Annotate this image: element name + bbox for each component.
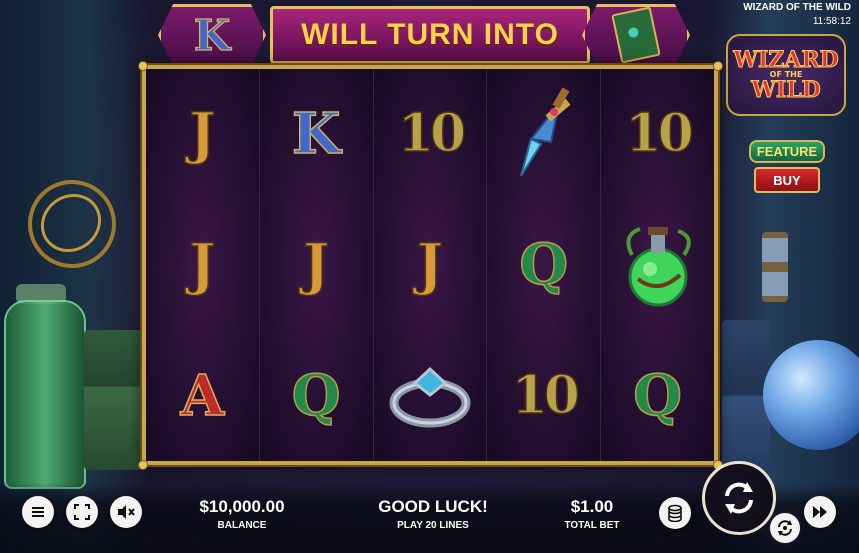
books-decoration [84, 330, 142, 470]
game-logo: WIZARD OF THE WILD [726, 34, 846, 116]
banner-left-symbol-text: K [193, 10, 231, 60]
autoplay-button[interactable] [768, 511, 802, 545]
feature-buy-button[interactable]: BUY [754, 167, 820, 193]
fullscreen-icon [74, 504, 90, 520]
reel-cell: Q [260, 330, 373, 461]
symbol-10: 10 [625, 103, 695, 165]
feature-label: FEATURE [748, 140, 826, 163]
reel-cell: Q [487, 200, 600, 331]
frame-corner-gem [713, 61, 723, 71]
menu-button[interactable] [22, 496, 54, 528]
reel-cell: J [374, 200, 487, 331]
bet-display: $1.00 TOTAL BET [552, 497, 632, 531]
hourglass-decoration [762, 232, 788, 302]
reel-cell: J [260, 200, 373, 331]
good-luck-message: GOOD LUCK! [378, 497, 488, 516]
total-bet-label: TOTAL BET [564, 520, 620, 531]
symbol-j: J [302, 232, 330, 298]
symbol-q: Q [632, 362, 682, 429]
autoplay-icon [778, 520, 792, 536]
ring-icon [389, 366, 471, 428]
fast-forward-icon [813, 506, 827, 518]
menu-icon [32, 507, 44, 517]
reel-2: K J Q [259, 69, 374, 461]
message-display: GOOD LUCK! PLAY 20 LINES [372, 497, 494, 531]
balance-label: BALANCE [217, 520, 267, 531]
logo-line-1: WIZARD [733, 46, 839, 73]
symbol-j: J [416, 232, 444, 298]
reel-3: 10 J [373, 69, 488, 461]
spellbook-icon [611, 6, 661, 64]
banner-right-symbol [582, 4, 690, 66]
coin-stack-icon [668, 504, 682, 522]
symbol-10: 10 [511, 364, 581, 426]
snake-jar-decoration [4, 300, 86, 489]
reel-5: 10 Q [601, 69, 714, 461]
potion-icon [626, 227, 691, 307]
spin-icon [725, 482, 753, 514]
reel-cell: J [146, 69, 259, 200]
reel-cell: A [146, 330, 259, 461]
spin-button[interactable] [702, 461, 776, 535]
sound-muted-icon [118, 505, 135, 519]
reel-4: Q 10 [487, 69, 602, 461]
dagger-icon [519, 87, 571, 177]
banner-text: WILL TURN INTO [301, 18, 559, 51]
symbol-k: K [291, 101, 341, 168]
total-bet-value: $1.00 [570, 497, 614, 516]
symbol-q: Q [291, 362, 341, 429]
logo-line-3: WILD [751, 77, 822, 104]
turbo-button[interactable] [804, 496, 836, 528]
reel-cell: K [260, 69, 373, 200]
symbol-j: J [188, 232, 216, 298]
balance-value: $10,000.00 [199, 497, 285, 516]
frame-corner-gem [138, 61, 148, 71]
reel-cell: 10 [601, 69, 714, 200]
game-title: WIZARD OF THE WILD [743, 2, 851, 13]
reel-1: J J A [146, 69, 260, 461]
lines-label: PLAY 20 LINES [397, 520, 469, 531]
reel-cell: Q [601, 330, 714, 461]
reel-cell: 10 [487, 330, 600, 461]
reel-cell [374, 330, 487, 461]
will-turn-into-banner: WILL TURN INTO [270, 6, 590, 64]
reel-cell [487, 69, 600, 200]
reel-cell: 10 [374, 69, 487, 200]
clock: 11:58:12 [812, 16, 851, 27]
frame-corner-gem [138, 460, 148, 470]
symbol-a: A [180, 362, 225, 429]
symbol-10: 10 [397, 103, 467, 165]
reel-cell [601, 200, 714, 331]
balance-display: $10,000.00 BALANCE [192, 497, 292, 531]
banner-left-symbol: K [158, 4, 266, 66]
reel-grid: J J A K J Q 10 J Q 10 10 Q [142, 65, 718, 465]
bet-settings-button[interactable] [659, 497, 691, 529]
symbol-j: J [188, 101, 216, 168]
reel-cell: J [146, 200, 259, 331]
fullscreen-button[interactable] [66, 496, 98, 528]
symbol-q: Q [519, 232, 569, 298]
sound-button[interactable] [110, 496, 142, 528]
feature-buy-panel: FEATURE BUY [746, 140, 828, 198]
